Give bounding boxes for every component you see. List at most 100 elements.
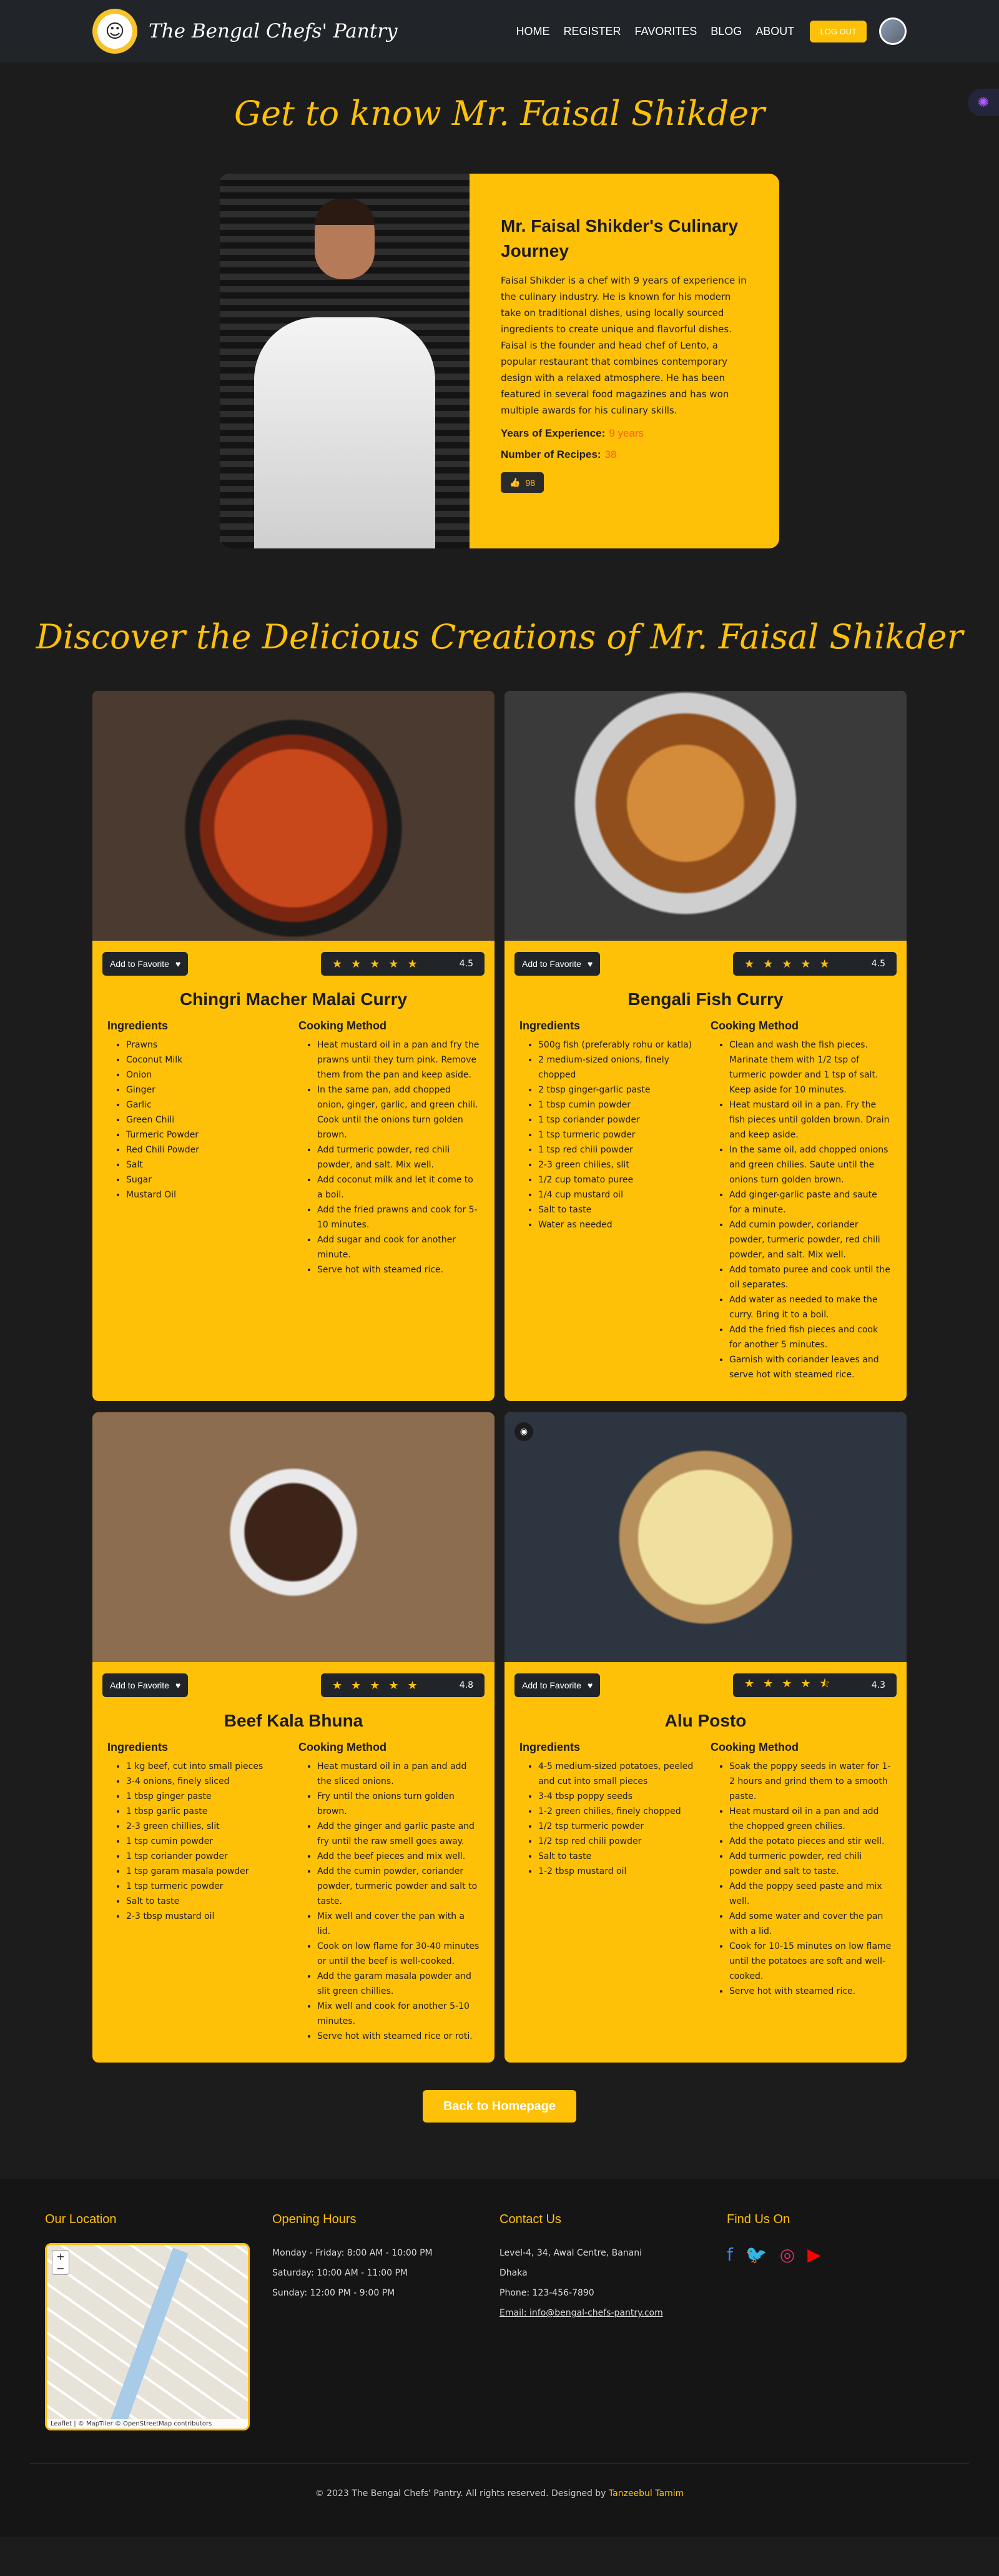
chef-heading: Mr. Faisal Shikder's Culinary Journey [501,216,739,260]
list-item: 2-3 tbsp mustard oil [126,1909,288,1924]
list-item: Mix well and cover the pan with a lid. [317,1909,480,1939]
logout-button[interactable]: LOG OUT [810,20,867,42]
list-item: Red Chili Powder [126,1142,288,1157]
recipe-title: Chingri Macher Malai Curry [179,989,408,1009]
list-item: Add tomato puree and cook until the oil … [729,1262,892,1292]
add-to-favorite-button[interactable]: Add to Favorite ♥ [514,1673,601,1697]
method-heading: Cooking Method [711,1741,799,1753]
heart-icon: ♥ [587,1680,593,1690]
list-item: 1 tsp turmeric powder [538,1127,701,1142]
method-heading: Cooking Method [711,1019,799,1032]
list-item: Add the ginger and garlic paste and fry … [317,1819,480,1849]
nav-link-favorites[interactable]: FAVORITES [635,25,697,38]
list-item: Cook on low flame for 30-40 minutes or u… [317,1939,480,1969]
nav-link-blog[interactable]: BLOG [711,25,742,38]
list-item: In the same oil, add chopped onions and … [729,1142,892,1187]
list-item: Add the cumin powder, coriander powder, … [317,1864,480,1909]
hours-line: Sunday: 12:00 PM - 9:00 PM [272,2288,395,2298]
list-item: Add the fried fish pieces and cook for a… [729,1322,892,1352]
fav-label: Add to Favorite [522,959,581,969]
fav-label: Add to Favorite [110,1680,169,1690]
list-item: Mustard Oil [126,1187,288,1202]
nav-link-home[interactable]: HOME [516,25,550,38]
list-item: 1/2 tsp turmeric powder [538,1819,701,1834]
list-item: Salt to taste [538,1202,701,1217]
recipe-title: Beef Kala Bhuna [224,1711,363,1730]
list-item: Prawns [126,1038,288,1053]
list-item: Garnish with coriander leaves and serve … [729,1352,892,1382]
chef-photo [220,174,470,548]
list-item: Serve hot with steamed rice. [729,1984,892,1999]
brand-name[interactable]: The Bengal Chefs' Pantry [149,20,398,42]
recipe-card: Add to Favorite ♥ ★★★★★ 4.5 Bengali Fish… [504,691,907,1401]
footer-social: Find Us On f 🐦 ◎ ▶ [727,2212,954,2430]
list-item: 1 kg beef, cut into small pieces [126,1759,288,1774]
list-item: Garlic [126,1097,288,1112]
like-button[interactable]: 👍 98 [501,472,544,493]
facebook-icon[interactable]: f [727,2244,733,2265]
nav-link-register[interactable]: REGISTER [564,25,621,38]
list-item: 1 tsp cumin powder [126,1834,288,1849]
nav-link-about[interactable]: ABOUT [755,25,794,38]
youtube-icon[interactable]: ▶ [807,2244,821,2265]
designer-link[interactable]: Tanzeebul Tamim [609,2489,684,2499]
list-item: Green Chili [126,1112,288,1127]
twitter-icon[interactable]: 🐦 [746,2244,767,2265]
list-item: 1 tbsp ginger paste [126,1789,288,1804]
list-item: Coconut Milk [126,1053,288,1068]
nav-right: LOG OUT [810,17,907,45]
add-to-favorite-button[interactable]: Add to Favorite ♥ [514,952,601,976]
hours-line: Saturday: 10:00 AM - 11:00 PM [272,2268,408,2278]
list-item: Add cumin powder, coriander powder, turm… [729,1217,892,1262]
add-to-favorite-button[interactable]: Add to Favorite ♥ [102,952,189,976]
list-item: 1-2 green chilies, finely chopped [538,1804,701,1819]
experience-value: 9 years [609,427,644,439]
email-link[interactable]: Email: info@bengal-chefs-pantry.com [500,2303,727,2323]
chef-logo-icon[interactable]: ☺ [92,9,137,54]
list-item: Add sugar and cook for another minute. [317,1232,480,1262]
ingredients-heading: Ingredients [519,1019,581,1032]
rating-value: 4.5 [459,959,473,969]
experience-label: Years of Experience: [501,427,606,439]
recipe-image [92,691,495,941]
fav-label: Add to Favorite [522,1680,581,1690]
list-item: 1/4 cup mustard oil [538,1187,701,1202]
list-item: Onion [126,1068,288,1082]
star-rating-icon: ★★★★★ [744,957,839,971]
nav-links: HOME REGISTER FAVORITES BLOG ABOUT [516,25,795,38]
method-heading: Cooking Method [298,1019,386,1032]
back-to-homepage-button[interactable]: Back to Homepage [423,2090,576,2123]
list-item: 1/2 cup tomato puree [538,1172,701,1187]
brain-widget-icon[interactable]: ✺ [968,89,999,116]
instagram-icon[interactable]: ◎ [780,2244,795,2265]
list-item: 2-3 green chilies, slit [538,1157,701,1172]
location-map[interactable]: + − Leaflet | © MapTiler © OpenStreetMap … [45,2243,250,2430]
list-item: 3-4 tbsp poppy seeds [538,1789,701,1804]
ingredients-heading: Ingredients [519,1741,581,1753]
list-item: 1 tbsp garlic paste [126,1804,288,1819]
hours-line: Monday - Friday: 8:00 AM - 10:00 PM [272,2248,433,2258]
camera-icon[interactable]: ◉ [514,1422,533,1441]
list-item: Add the fried prawns and cook for 5-10 m… [317,1202,480,1232]
fav-label: Add to Favorite [110,959,169,969]
list-item: Heat mustard oil in a pan and add the ch… [729,1804,892,1834]
list-item: Serve hot with steamed rice. [317,1262,480,1277]
list-item: Add turmeric powder, red chili powder, a… [317,1142,480,1172]
chef-card: Mr. Faisal Shikder's Culinary Journey Fa… [220,174,779,548]
list-item: 1 tbsp cumin powder [538,1097,701,1112]
heart-icon: ♥ [587,959,593,969]
add-to-favorite-button[interactable]: Add to Favorite ♥ [102,1673,189,1697]
list-item: 500g fish (preferably rohu or katla) [538,1038,701,1053]
experience-stat: Years of Experience: 9 years [501,427,748,440]
rating-bar: ★★★★★ 4.8 [321,1673,485,1697]
list-item: Add the poppy seed paste and mix well. [729,1879,892,1909]
recipes-grid: Add to Favorite ♥ ★★★★★ 4.5 Chingri Mach… [92,691,907,2063]
recipe-image [92,1412,495,1662]
list-item: Sugar [126,1172,288,1187]
map-zoom-controls[interactable]: + − [52,2250,69,2275]
list-item: Water as needed [538,1217,701,1232]
footer-hours: Opening Hours Monday - Friday: 8:00 AM -… [272,2212,500,2430]
avatar[interactable] [879,17,907,45]
heart-icon: ♥ [175,959,181,969]
ingredients-list: 4-5 medium-sized potatoes, peeled and cu… [519,1759,701,1879]
